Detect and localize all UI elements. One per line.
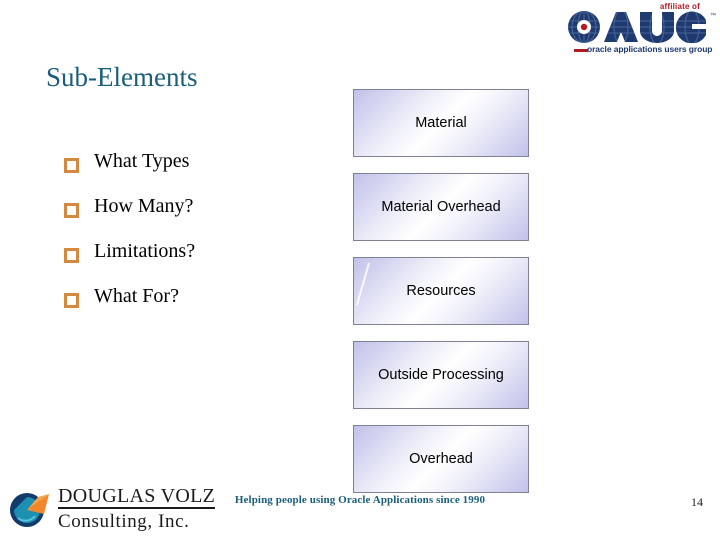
- element-box-material-overhead: Material Overhead: [353, 173, 529, 241]
- square-bullet-icon: [64, 248, 79, 263]
- bullet-list: What Types How Many? Limitations? What F…: [64, 150, 334, 330]
- highlight-streak: [355, 262, 370, 306]
- element-box-label: Overhead: [409, 451, 473, 467]
- element-box-overhead: Overhead: [353, 425, 529, 493]
- list-item-label: What Types: [94, 150, 190, 172]
- oaug-trademark-symbol: ™: [710, 13, 716, 19]
- page-number: 14: [691, 495, 703, 509]
- oaug-tagline-group: oracle applications users group: [574, 44, 714, 56]
- element-type-box-column: Material Material Overhead Resources Out…: [353, 89, 529, 509]
- element-box-material: Material: [353, 89, 529, 157]
- element-box-label: Material: [415, 115, 467, 131]
- oaug-tagline-label: oracle applications users group: [587, 44, 713, 54]
- element-box-outside-processing: Outside Processing: [353, 341, 529, 409]
- list-item: Limitations?: [64, 240, 334, 285]
- list-item: What Types: [64, 150, 334, 195]
- list-item: How Many?: [64, 195, 334, 240]
- footer-tagline: Helping people using Oracle Applications…: [234, 494, 486, 506]
- list-item-label: What For?: [94, 285, 179, 307]
- list-item-label: Limitations?: [94, 240, 196, 262]
- square-bullet-icon: [64, 293, 79, 308]
- oaug-dash-rule: [574, 49, 588, 52]
- slide-canvas: affiliate of ™ oracle applications users…: [0, 0, 720, 540]
- oaug-wordmark-icon: [568, 11, 706, 43]
- element-box-label: Outside Processing: [378, 367, 504, 383]
- company-name-line-2: Consulting, Inc.: [58, 511, 190, 532]
- page-title: Sub-Elements: [46, 62, 198, 92]
- element-box-label: Material Overhead: [381, 199, 501, 215]
- list-item: What For?: [64, 285, 334, 330]
- element-box-resources: Resources: [353, 257, 529, 325]
- square-bullet-icon: [64, 203, 79, 218]
- square-bullet-icon: [64, 158, 79, 173]
- douglas-volz-consulting-logo: DOUGLAS VOLZ Consulting, Inc.: [8, 484, 216, 534]
- oaug-logo: affiliate of ™ oracle applications users…: [556, 2, 716, 58]
- oaug-affiliate-label: affiliate of: [659, 2, 700, 11]
- list-item-label: How Many?: [94, 195, 194, 217]
- element-box-label: Resources: [406, 283, 476, 299]
